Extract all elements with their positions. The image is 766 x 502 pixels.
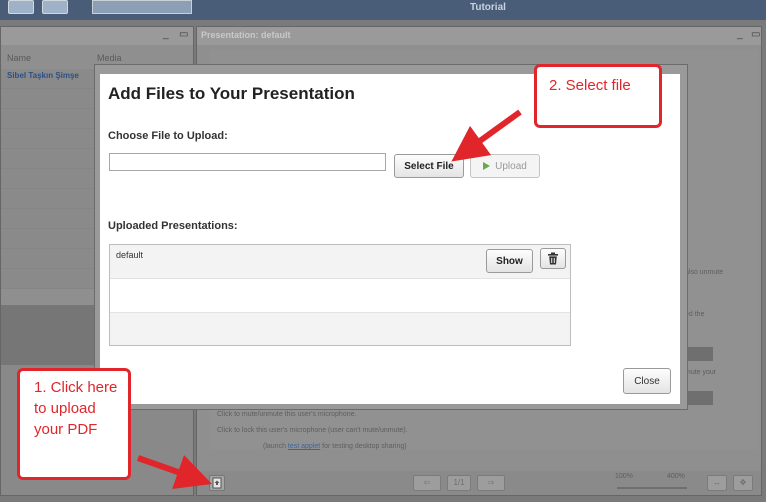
arrow-to-upload-button <box>137 455 212 490</box>
annotation-arrows <box>137 109 522 490</box>
arrow-to-select-file <box>451 109 522 162</box>
